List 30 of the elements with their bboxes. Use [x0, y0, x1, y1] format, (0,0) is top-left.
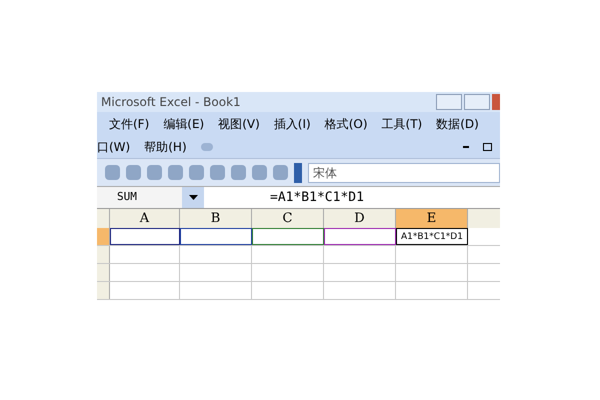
edit-cell[interactable]: A1*B1*C1*D1 [396, 228, 468, 245]
row-header[interactable] [97, 264, 110, 281]
row-header[interactable] [97, 228, 110, 245]
menu-item[interactable]: 口(W) [97, 138, 130, 156]
menu-item[interactable]: 帮助(H) [144, 138, 187, 156]
column-header[interactable]: E [396, 209, 468, 228]
font-field[interactable]: 宋体 [308, 162, 500, 182]
range-cell[interactable] [110, 228, 180, 245]
dropdown-button[interactable] [182, 187, 204, 208]
row-header[interactable] [97, 246, 110, 263]
menu-item[interactable]: 视图(V) [218, 115, 260, 133]
row-header[interactable] [97, 282, 110, 299]
menu-item[interactable]: 工具(T) [382, 115, 422, 133]
menu-item[interactable]: 插入(I) [274, 115, 311, 133]
caret-icon [188, 195, 198, 200]
range-cell[interactable] [252, 228, 324, 245]
minimize-button[interactable] [436, 94, 462, 110]
window-title: Microsoft Excel - Book1 [100, 94, 241, 111]
close-button[interactable] [492, 94, 500, 110]
menu-item[interactable]: 编辑(E) [163, 115, 204, 133]
formula-field[interactable]: =A1*B1*C1*D1 [204, 187, 500, 208]
range-cell[interactable] [180, 228, 252, 245]
range-cell[interactable] [324, 228, 396, 245]
menu-item[interactable]: 格式(O) [324, 115, 368, 133]
menu-item[interactable]: 数据(D) [436, 115, 479, 133]
menu-item[interactable]: 文件(F) [109, 115, 150, 133]
restore-icon[interactable] [483, 143, 492, 151]
maximize-button[interactable] [464, 94, 490, 110]
minimize-icon[interactable] [463, 146, 469, 148]
name-box[interactable]: SUM [97, 187, 182, 208]
